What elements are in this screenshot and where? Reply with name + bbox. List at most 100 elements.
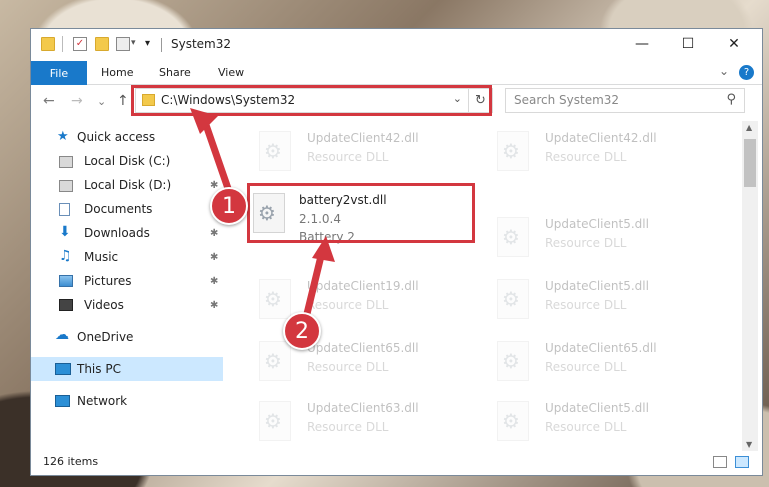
download-icon: ⬇	[59, 224, 71, 240]
gear-icon: ⚙	[264, 349, 282, 373]
sidebar-item-pictures[interactable]: Pictures ✱	[31, 269, 223, 293]
file-description: Resource DLL	[545, 420, 627, 434]
computer-icon	[55, 363, 71, 375]
ribbon: File Home Share View ⌄ ?	[31, 61, 762, 85]
status-bar: 126 items	[31, 449, 762, 475]
file-description: Resource DLL	[545, 298, 627, 312]
title-bar: ✓ ▾ ▾ System32 — ☐ ✕	[31, 29, 762, 61]
forward-icon[interactable]: →	[71, 93, 83, 109]
sidebar-item-local-disk-c[interactable]: Local Disk (C:)	[31, 149, 223, 173]
sidebar-item-label: Pictures	[84, 274, 132, 288]
file-tile[interactable]: ⚙ UpdateClient65.dll Resource DLL	[237, 337, 467, 391]
sidebar-item-label: This PC	[77, 362, 121, 376]
scroll-down-icon[interactable]: ▼	[746, 440, 752, 449]
gear-icon: ⚙	[264, 139, 282, 163]
recent-locations-icon[interactable]: ⌄	[97, 95, 106, 108]
file-name: UpdateClient65.dll	[545, 341, 657, 355]
window-title: System32	[171, 37, 232, 51]
sidebar-item-downloads[interactable]: ⬇ Downloads ✱	[31, 221, 223, 245]
file-name: UpdateClient5.dll	[545, 217, 649, 231]
sidebar-item-onedrive[interactable]: ☁ OneDrive	[31, 325, 223, 349]
file-name: UpdateClient65.dll	[307, 341, 419, 355]
help-icon[interactable]: ?	[739, 65, 754, 80]
pin-icon[interactable]: ✱	[210, 252, 218, 263]
file-tile[interactable]: ⚙ UpdateClient5.dll Resource DLL	[475, 275, 705, 329]
folder-icon	[41, 37, 55, 51]
file-tile[interactable]: ⚙ UpdateClient5.dll Resource DLL	[475, 397, 705, 451]
sidebar-item-local-disk-d[interactable]: Local Disk (D:) ✱	[31, 173, 223, 197]
gear-icon: ⚙	[502, 409, 520, 433]
ribbon-expand-icon[interactable]: ⌄	[719, 64, 729, 78]
tab-home[interactable]: Home	[101, 66, 133, 79]
sidebar-item-label: Documents	[84, 202, 153, 216]
sidebar-item-network[interactable]: Network	[31, 389, 223, 413]
toolbar-dropdown-icon[interactable]: ▾	[145, 38, 150, 49]
gear-icon: ⚙	[502, 349, 520, 373]
sidebar-item-label: Music	[84, 250, 119, 264]
file-tile[interactable]: ⚙ UpdateClient42.dll Resource DLL	[475, 127, 705, 181]
tab-file[interactable]: File	[31, 61, 87, 85]
file-description: Resource DLL	[307, 298, 389, 312]
pin-icon[interactable]: ✱	[210, 276, 218, 287]
file-list: ⚙ UpdateClient42.dll Resource DLL ⚙ Upda…	[227, 121, 741, 451]
sidebar-item-label: Quick access	[77, 130, 156, 144]
step-badge-2: 2	[283, 312, 321, 350]
sidebar-item-this-pc[interactable]: This PC	[31, 357, 223, 381]
up-icon[interactable]: ↑	[117, 93, 129, 109]
minimize-button[interactable]: —	[619, 29, 665, 59]
sidebar-item-music[interactable]: ♫ Music ✱	[31, 245, 223, 269]
tiles-view-icon[interactable]	[735, 456, 749, 468]
gear-icon: ⚙	[264, 287, 282, 311]
cloud-icon: ☁	[55, 327, 69, 343]
search-icon[interactable]: ⚲	[726, 92, 736, 107]
network-icon	[55, 395, 70, 407]
tab-view[interactable]: View	[218, 66, 244, 79]
file-description: Resource DLL	[307, 420, 389, 434]
details-view-icon[interactable]	[713, 456, 727, 468]
file-tile[interactable]: ⚙ UpdateClient42.dll Resource DLL	[237, 127, 467, 181]
sidebar-item-label: Local Disk (D:)	[84, 178, 172, 192]
sidebar-item-videos[interactable]: Videos ✱	[31, 293, 223, 317]
back-icon[interactable]: ←	[43, 93, 55, 109]
file-tile[interactable]: ⚙ UpdateClient19.dll Resource DLL	[237, 275, 467, 329]
customize-quick-access-icon[interactable]	[116, 37, 130, 51]
step-badge-1: 1	[210, 187, 248, 225]
file-name: UpdateClient5.dll	[545, 401, 649, 415]
search-input[interactable]: Search System32 ⚲	[505, 88, 745, 113]
maximize-button[interactable]: ☐	[665, 29, 711, 59]
file-name: UpdateClient63.dll	[307, 401, 419, 415]
navigation-pane: ★ Quick access Local Disk (C:) Local Dis…	[31, 125, 223, 445]
file-tile[interactable]: ⚙ UpdateClient63.dll Resource DLL	[237, 397, 467, 451]
properties-icon[interactable]: ✓	[73, 37, 87, 51]
file-tile[interactable]: ⚙ UpdateClient65.dll Resource DLL	[475, 337, 705, 391]
file-name: UpdateClient42.dll	[307, 131, 419, 145]
divider	[62, 36, 63, 52]
sidebar-item-quick-access[interactable]: ★ Quick access	[31, 125, 223, 149]
pin-icon[interactable]: ✱	[210, 300, 218, 311]
gear-icon: ⚙	[502, 139, 520, 163]
chevron-down-icon[interactable]: ▾	[131, 38, 136, 48]
tab-share[interactable]: Share	[159, 66, 191, 79]
sidebar-item-label: Network	[77, 394, 128, 408]
file-tile[interactable]: ⚙ UpdateClient5.dll Resource DLL	[475, 213, 705, 267]
new-folder-icon[interactable]	[95, 37, 109, 51]
title-separator	[161, 38, 162, 52]
pin-icon[interactable]: ✱	[210, 180, 218, 191]
scroll-thumb[interactable]	[744, 139, 756, 187]
gear-icon: ⚙	[264, 409, 282, 433]
address-highlight-box	[131, 85, 492, 116]
star-icon: ★	[57, 129, 69, 144]
vertical-scrollbar[interactable]: ▲ ▼	[742, 121, 758, 451]
drive-icon	[59, 156, 73, 168]
close-button[interactable]: ✕	[711, 29, 757, 59]
file-description: Resource DLL	[545, 360, 627, 374]
pin-icon[interactable]: ✱	[210, 228, 218, 239]
sidebar-item-documents[interactable]: Documents ✱	[31, 197, 223, 221]
file-highlight-box	[247, 183, 475, 243]
sidebar-item-label: OneDrive	[77, 330, 134, 344]
scroll-up-icon[interactable]: ▲	[746, 123, 752, 132]
sidebar-item-label: Downloads	[84, 226, 150, 240]
document-icon	[59, 203, 70, 216]
item-count: 126 items	[43, 455, 99, 468]
file-description: Resource DLL	[307, 150, 389, 164]
